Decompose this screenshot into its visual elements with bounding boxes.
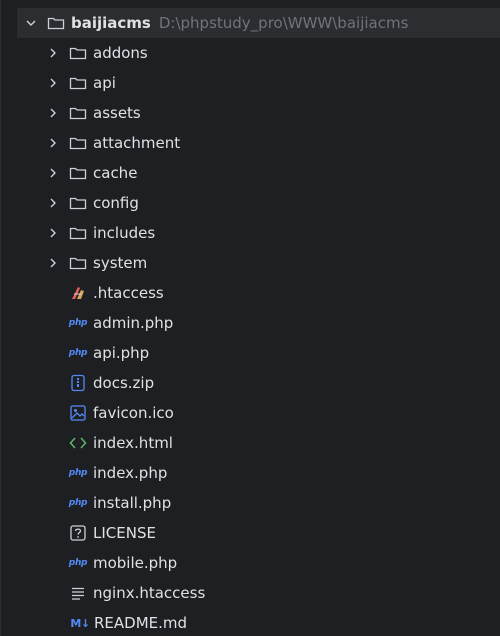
tree-file-row[interactable]: docs.zip [1, 368, 500, 398]
php-file-icon: php [68, 468, 88, 478]
folder-name: addons [93, 44, 148, 62]
tree-folder-row[interactable]: cache [1, 158, 500, 188]
php-file-icon: php [68, 498, 88, 508]
folder-icon [47, 14, 65, 32]
chevron-right-icon[interactable] [47, 75, 59, 91]
tree-folder-row[interactable]: api [1, 68, 500, 98]
folder-name: attachment [93, 134, 181, 152]
folder-name: config [93, 194, 139, 212]
tree-file-row[interactable]: favicon.ico [1, 398, 500, 428]
folder-name: cache [93, 164, 138, 182]
tree-folder-row[interactable]: config [1, 188, 500, 218]
file-name: nginx.htaccess [93, 584, 206, 602]
html-icon [69, 434, 87, 452]
chevron-right-icon[interactable] [47, 195, 59, 211]
chevron-right-icon[interactable] [47, 225, 59, 241]
tree-file-row[interactable]: php install.php [1, 488, 500, 518]
file-name: admin.php [93, 314, 174, 332]
tree-file-row[interactable]: index.html [1, 428, 500, 458]
folder-name: api [93, 74, 116, 92]
file-name: README.md [94, 614, 188, 632]
root-folder-name: baijiacms [71, 14, 151, 32]
tree-file-row[interactable]: .htaccess [1, 278, 500, 308]
htaccess-icon [69, 284, 87, 302]
tree-file-row[interactable]: php api.php [1, 338, 500, 368]
folder-name: includes [93, 224, 156, 242]
tree-folder-row[interactable]: assets [1, 98, 500, 128]
folder-icon [69, 74, 87, 92]
php-file-icon: php [68, 348, 88, 358]
folder-name: system [93, 254, 148, 272]
file-name: favicon.ico [93, 404, 174, 422]
folder-icon [69, 134, 87, 152]
chevron-right-icon[interactable] [47, 255, 59, 271]
tree-file-row[interactable]: php admin.php [1, 308, 500, 338]
chevron-right-icon[interactable] [47, 105, 59, 121]
text-file-icon [69, 584, 87, 602]
file-name: index.php [93, 464, 168, 482]
file-name: api.php [93, 344, 150, 362]
tree-file-row[interactable]: M↓ README.md [1, 608, 500, 636]
image-icon [69, 404, 87, 422]
tree-root-row[interactable]: baijiacms D:\phpstudy_pro\WWW\baijiacms [17, 8, 500, 38]
tree-file-row[interactable]: php mobile.php [1, 548, 500, 578]
markdown-icon: M↓ [70, 616, 90, 630]
tree-file-row[interactable]: LICENSE [1, 518, 500, 548]
folder-icon [69, 44, 87, 62]
chevron-right-icon[interactable] [47, 135, 59, 151]
tree-folder-row[interactable]: system [1, 248, 500, 278]
archive-icon [69, 374, 87, 392]
folder-icon [69, 194, 87, 212]
file-name: index.html [93, 434, 173, 452]
tree-folder-row[interactable]: attachment [1, 128, 500, 158]
file-name: docs.zip [93, 374, 155, 392]
license-icon [69, 524, 87, 542]
folder-icon [69, 164, 87, 182]
file-name: mobile.php [93, 554, 178, 572]
tree-folder-row[interactable]: addons [1, 38, 500, 68]
chevron-down-icon[interactable] [25, 15, 37, 31]
tree-folder-row[interactable]: includes [1, 218, 500, 248]
chevron-right-icon[interactable] [47, 165, 59, 181]
php-file-icon: php [68, 318, 88, 328]
root-folder-path: D:\phpstudy_pro\WWW\baijiacms [158, 14, 409, 32]
folder-icon [69, 254, 87, 272]
file-name: install.php [93, 494, 172, 512]
chevron-right-icon[interactable] [47, 45, 59, 61]
tree-file-row[interactable]: nginx.htaccess [1, 578, 500, 608]
folder-icon [69, 104, 87, 122]
file-name: .htaccess [93, 284, 164, 302]
project-tree: baijiacms D:\phpstudy_pro\WWW\baijiacms … [0, 0, 500, 636]
file-name: LICENSE [93, 524, 156, 542]
tree-file-row[interactable]: php index.php [1, 458, 500, 488]
folder-icon [69, 224, 87, 242]
php-file-icon: php [68, 558, 88, 568]
folder-name: assets [93, 104, 141, 122]
